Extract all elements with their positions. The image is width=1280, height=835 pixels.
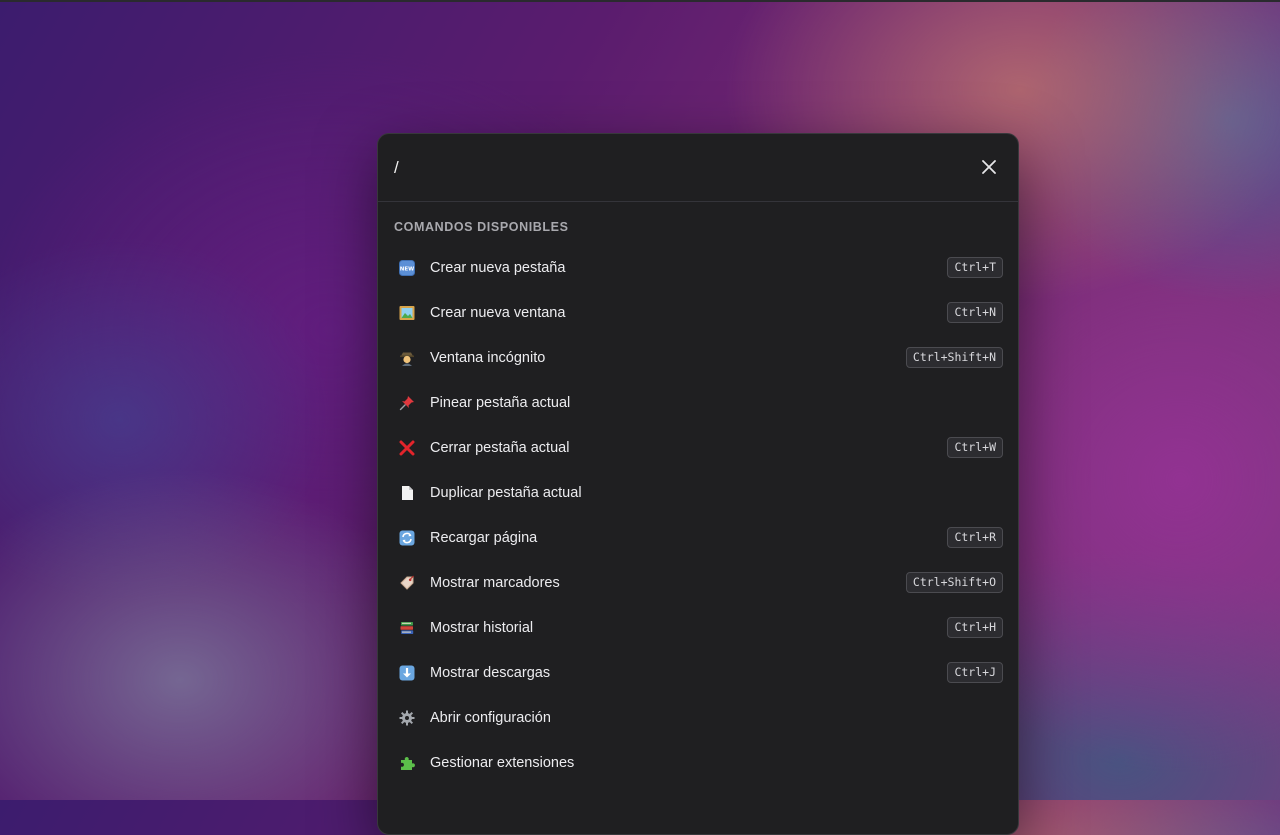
command-palette: COMANDOS DISPONIBLES NEW Crear nueva pes… xyxy=(377,133,1019,835)
command-item-show-bookmarks[interactable]: Mostrar marcadores Ctrl+Shift+O xyxy=(378,560,1018,605)
framed-picture-icon xyxy=(398,304,416,322)
bookmark-tag-icon xyxy=(398,574,416,592)
command-label: Gestionar extensiones xyxy=(430,754,575,771)
command-item-reload-page[interactable]: Recargar página Ctrl+R xyxy=(378,515,1018,560)
gear-icon xyxy=(398,709,416,727)
shortcut-badge: Ctrl+Shift+N xyxy=(905,347,1003,368)
command-item-show-downloads[interactable]: Mostrar descargas Ctrl+J xyxy=(378,650,1018,695)
command-search-input[interactable] xyxy=(392,152,956,184)
shortcut-badge: Ctrl+J xyxy=(947,662,1003,683)
reload-icon xyxy=(398,529,416,547)
command-item-manage-extensions[interactable]: Gestionar extensiones xyxy=(378,740,1018,785)
svg-text:NEW: NEW xyxy=(400,266,414,272)
detective-icon xyxy=(398,349,416,367)
new-button-icon: NEW xyxy=(398,259,416,277)
books-icon xyxy=(398,619,416,637)
close-button[interactable] xyxy=(978,156,1000,178)
command-item-new-window[interactable]: Crear nueva ventana Ctrl+N xyxy=(378,290,1018,335)
shortcut-badge: Ctrl+H xyxy=(947,617,1003,638)
shortcut-badge: Ctrl+Shift+O xyxy=(905,572,1003,593)
command-item-close-tab[interactable]: Cerrar pestaña actual Ctrl+W xyxy=(378,425,1018,470)
command-label: Recargar página xyxy=(430,529,538,546)
down-arrow-icon xyxy=(398,664,416,682)
command-item-new-tab[interactable]: NEW Crear nueva pestaña Ctrl+T xyxy=(378,245,1018,290)
shortcut-badge: Ctrl+R xyxy=(947,527,1003,548)
command-label: Abrir configuración xyxy=(430,709,551,726)
command-label: Pinear pestaña actual xyxy=(430,394,571,411)
command-item-open-settings[interactable]: Abrir configuración xyxy=(378,695,1018,740)
search-bar xyxy=(378,134,1018,202)
shortcut-badge: Ctrl+W xyxy=(947,437,1003,458)
command-label: Mostrar historial xyxy=(430,619,534,636)
close-icon xyxy=(982,160,996,174)
command-item-show-history[interactable]: Mostrar historial Ctrl+H xyxy=(378,605,1018,650)
page-icon xyxy=(398,484,416,502)
command-item-pin-tab[interactable]: Pinear pestaña actual xyxy=(378,380,1018,425)
command-label: Mostrar descargas xyxy=(430,664,551,681)
shortcut-badge: Ctrl+N xyxy=(947,302,1003,323)
shortcut-badge: Ctrl+T xyxy=(947,257,1003,278)
command-list: NEW Crear nueva pestaña Ctrl+T Crear nue… xyxy=(378,245,1018,785)
command-label: Crear nueva pestaña xyxy=(430,259,566,276)
command-item-incognito-window[interactable]: Ventana incógnito Ctrl+Shift+N xyxy=(378,335,1018,380)
command-label: Crear nueva ventana xyxy=(430,304,566,321)
command-item-duplicate-tab[interactable]: Duplicar pestaña actual xyxy=(378,470,1018,515)
pushpin-icon xyxy=(398,394,416,412)
section-title: COMANDOS DISPONIBLES xyxy=(394,220,569,234)
screen-top-edge xyxy=(0,0,1280,2)
command-label: Duplicar pestaña actual xyxy=(430,484,582,501)
cross-mark-icon xyxy=(398,439,416,457)
command-label: Cerrar pestaña actual xyxy=(430,439,570,456)
puzzle-icon xyxy=(398,754,416,772)
